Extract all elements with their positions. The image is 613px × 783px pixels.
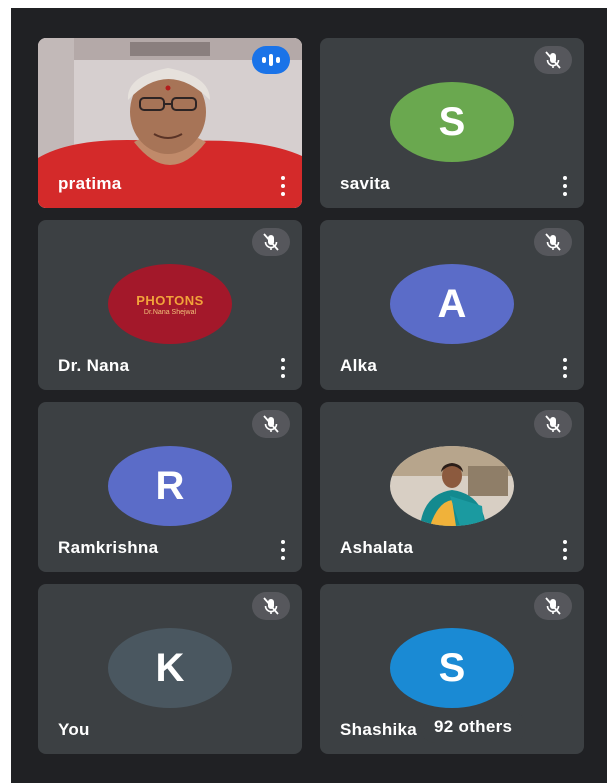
participant-tile-savita[interactable]: S savita (320, 38, 584, 208)
more-vert-icon[interactable] (558, 174, 572, 198)
mic-off-icon (534, 592, 572, 620)
avatar: R (108, 446, 232, 526)
participant-name: Ramkrishna (58, 538, 159, 557)
avatar: S (390, 82, 514, 162)
participant-tile-dr-nana[interactable]: PHOTONS Dr.Nana Shejwal Dr. Nana (38, 220, 302, 390)
mic-off-icon (252, 592, 290, 620)
participant-name: Shashika (340, 720, 418, 739)
participant-name: Alka (340, 356, 378, 375)
avatar: S (390, 628, 514, 708)
profile-photo (390, 446, 514, 526)
others-count-button[interactable]: 92 others (420, 711, 527, 743)
more-vert-icon[interactable] (276, 356, 290, 380)
mic-off-icon (534, 410, 572, 438)
participant-tile-ashalata[interactable]: Ashalata (320, 402, 584, 572)
participant-tile-alka[interactable]: A Alka (320, 220, 584, 390)
participant-tile-pratima[interactable]: pratima (38, 38, 302, 208)
participant-name: pratima (58, 174, 122, 193)
logo-title: PHOTONS (136, 292, 204, 308)
participant-name: Ashalata (340, 538, 414, 557)
mic-off-icon (252, 228, 290, 256)
logo-avatar: PHOTONS Dr.Nana Shejwal (108, 264, 232, 344)
participant-tile-ramkrishna[interactable]: R Ramkrishna (38, 402, 302, 572)
logo-subtitle: Dr.Nana Shejwal (143, 308, 197, 316)
more-vert-icon[interactable] (558, 538, 572, 562)
meeting-grid: pratima S savita PHOTONS Dr.Nana Shejwal… (11, 8, 607, 783)
participant-name: savita (340, 174, 391, 193)
mic-off-icon (252, 410, 290, 438)
avatar: K (108, 628, 232, 708)
mic-off-icon (534, 46, 572, 74)
more-vert-icon[interactable] (558, 356, 572, 380)
mic-off-icon (534, 228, 572, 256)
avatar: A (390, 264, 514, 344)
more-vert-icon[interactable] (276, 538, 290, 562)
participant-name: Dr. Nana (58, 356, 130, 375)
more-vert-icon[interactable] (276, 174, 290, 198)
participant-name: You (58, 720, 90, 739)
audio-level-icon (252, 46, 290, 74)
participant-tile-you[interactable]: K You (38, 584, 302, 754)
